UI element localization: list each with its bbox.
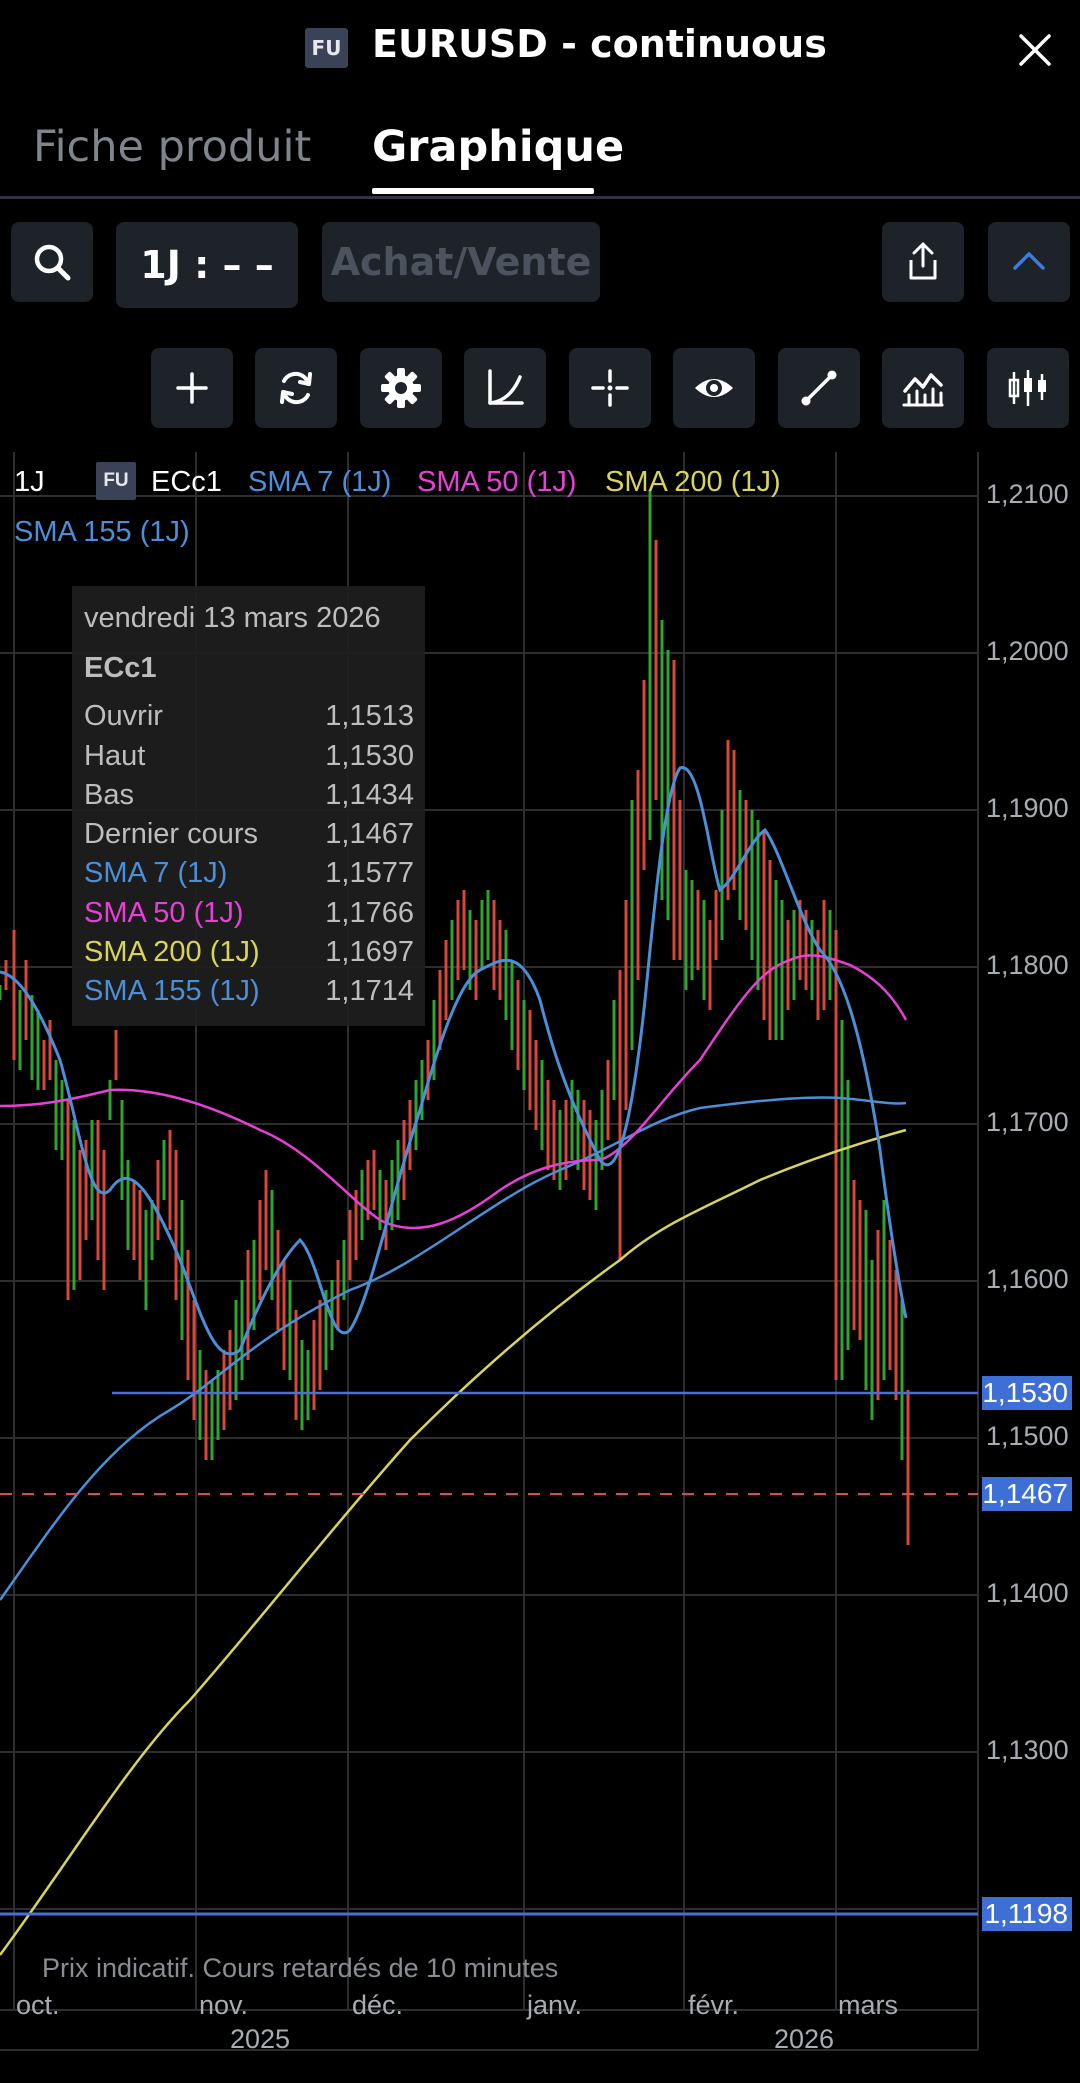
tooltip-row-sma200: SMA 200 (1J) 1,1697 [84, 936, 414, 968]
collapse-button[interactable] [988, 222, 1070, 302]
tab-fiche-produit[interactable]: Fiche produit [33, 122, 311, 172]
buy-sell-label: Achat/Vente [330, 240, 592, 284]
refresh-icon [280, 371, 312, 405]
tooltip-row-low: Bas 1,1434 [84, 779, 414, 811]
tooltip-row-sma50: SMA 50 (1J) 1,1766 [84, 897, 414, 929]
x-tick-month: nov. [199, 1990, 249, 2020]
ohlc-tooltip: vendredi 13 mars 2026 ECc1 Ouvrir 1,1513 … [72, 586, 425, 1026]
y-tick: 1,1500 [986, 1421, 1069, 1451]
x-tick-month: mars [838, 1990, 898, 2020]
add-button[interactable] [151, 348, 233, 428]
x-tick-year: 2025 [230, 2024, 291, 2054]
crosshair-button[interactable] [569, 348, 651, 428]
legend-interval: 1J [14, 466, 45, 498]
indicator-chart-icon [902, 373, 944, 407]
legend-sma7[interactable]: SMA 7 (1J) [248, 466, 391, 499]
legend-symbol[interactable]: ECc1 [151, 466, 222, 499]
curve-icon [488, 369, 524, 405]
draw-line-button[interactable] [778, 348, 860, 428]
visibility-button[interactable] [673, 348, 755, 428]
sma200-line [0, 1128, 907, 1956]
y-tick: 1,1300 [986, 1735, 1069, 1765]
y-tick: 1,1400 [986, 1578, 1069, 1608]
price-tag-level: 1,1198 [982, 1897, 1072, 1931]
legend-sma50[interactable]: SMA 50 (1J) [417, 466, 577, 499]
y-tick: 1,1800 [986, 950, 1069, 980]
interval-label: 1J : – – [140, 243, 274, 287]
y-tick: 1,1900 [986, 793, 1069, 823]
tooltip-row-sma7: SMA 7 (1J) 1,1577 [84, 857, 414, 889]
search-button[interactable] [11, 222, 93, 302]
gear-icon [381, 368, 421, 408]
tooltip-symbol: ECc1 [84, 652, 157, 684]
plus-icon [176, 372, 208, 404]
page-title: EURUSD - continuous [372, 22, 827, 66]
eye-icon [695, 379, 733, 397]
y-tick: 1,1700 [986, 1107, 1069, 1137]
buy-sell-button[interactable]: Achat/Vente [322, 222, 600, 302]
delay-notice: Prix indicatif. Cours retardés de 10 min… [42, 1953, 559, 1983]
legend-sma200[interactable]: SMA 200 (1J) [605, 466, 781, 499]
tab-bar: Fiche produit Graphique [0, 100, 1080, 199]
crosshair-icon [591, 369, 629, 407]
x-tick-month: févr. [688, 1990, 740, 2020]
x-tick-month: oct. [16, 1990, 60, 2020]
share-icon [909, 242, 937, 280]
x-tick-year: 2026 [774, 2024, 835, 2054]
tooltip-row-last: Dernier cours 1,1467 [84, 818, 414, 850]
draw-line-icon [801, 370, 837, 406]
chart-type-button[interactable] [987, 348, 1069, 428]
product-badge: FU [305, 28, 348, 68]
x-tick-month: déc. [352, 1990, 404, 2020]
y-tick: 1,2000 [986, 636, 1069, 666]
chevron-up-icon [1013, 252, 1045, 270]
legend-badge: FU [96, 462, 136, 500]
header: FU EURUSD - continuous [0, 0, 1080, 100]
refresh-button[interactable] [255, 348, 337, 428]
interval-button[interactable]: 1J : – – [116, 222, 298, 308]
tooltip-row-sma155: SMA 155 (1J) 1,1714 [84, 975, 414, 1007]
tooltip-date: vendredi 13 mars 2026 [84, 602, 381, 634]
tooltip-row-open: Ouvrir 1,1513 [84, 700, 414, 732]
tab-graphique[interactable]: Graphique [372, 122, 624, 172]
y-tick: 1,1600 [986, 1264, 1069, 1294]
price-tag-last: 1,1467 [982, 1477, 1072, 1511]
price-tag-high: 1,1530 [982, 1376, 1072, 1410]
candlestick-icon [1008, 370, 1046, 406]
search-icon [34, 244, 71, 281]
sma155-line [0, 1096, 907, 1601]
curve-tool-button[interactable] [464, 348, 546, 428]
close-icon[interactable] [1015, 30, 1055, 70]
legend-sma155[interactable]: SMA 155 (1J) [14, 516, 190, 549]
indicator-button[interactable] [882, 348, 964, 428]
y-tick: 1,2100 [986, 479, 1069, 509]
settings-button[interactable] [360, 348, 442, 428]
share-button[interactable] [882, 222, 964, 302]
active-tab-indicator [372, 188, 594, 194]
tooltip-row-high: Haut 1,1530 [84, 740, 414, 772]
x-tick-month: janv. [527, 1990, 583, 2020]
